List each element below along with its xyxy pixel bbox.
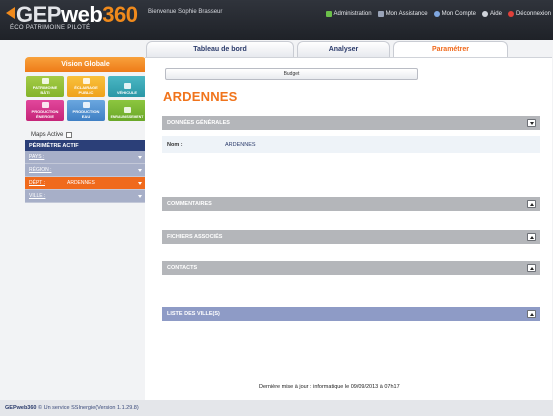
nav-logout-label: Déconnexion (515, 11, 551, 17)
chevron-down-icon (138, 169, 142, 172)
vision-globale-button[interactable]: Vision Globale (25, 57, 146, 72)
main-tabs: Tableau de bord Analyser Paramétrer (146, 41, 508, 57)
tile-label: PRODUCTION ÉNERGIE (31, 109, 59, 119)
section-title: COMMENTAIRES (167, 201, 212, 207)
filter-ville-label: VILLE : (29, 193, 46, 199)
assistance-icon (377, 11, 384, 17)
nav-administration-label: Administration (333, 11, 372, 17)
top-header: GEPweb360 ÉCO PATRIMOINE PILOTÉ Bienvenu… (0, 0, 553, 40)
section-title: CONTACTS (167, 265, 198, 271)
filter-dept-value: ARDENNES (67, 180, 95, 186)
filter-ville[interactable]: VILLE : (25, 190, 146, 203)
maps-active-label: Maps Active (31, 132, 64, 138)
footer-brand[interactable]: GEPweb360 (5, 405, 37, 411)
logo-arrow-icon (6, 7, 15, 19)
nom-row: Nom : ARDENNES (162, 136, 540, 153)
chevron-down-icon (138, 182, 142, 185)
nav-account[interactable]: Mon Compte (433, 11, 476, 17)
filter-dept-label: DÉPT : (29, 180, 46, 186)
chevron-up-icon (529, 266, 534, 270)
last-update-text: Dernière mise à jour : informatique le 0… (259, 384, 400, 390)
perimetre-actif-header: PÉRIMÈTRE ACTIF (25, 140, 146, 151)
tile-label: ÉCLAIRAGE PUBLIC (74, 85, 98, 95)
water-icon (82, 102, 90, 108)
section-contacts[interactable]: CONTACTS (162, 261, 540, 275)
expand-toggle-button[interactable] (527, 200, 536, 208)
filter-region-label: RÉGION : (29, 167, 52, 173)
tile-enraunissement[interactable]: ENRAUNISSEMENT (108, 100, 146, 121)
top-nav: Administration Mon Assistance Mon Compte… (325, 11, 551, 17)
nav-help-label: Aide (489, 11, 502, 17)
section-fichiers-associes[interactable]: FICHIERS ASSOCIÉS (162, 230, 540, 244)
section-title: DONNÉES GÉNÉRALES (167, 120, 230, 126)
chevron-up-icon (529, 235, 534, 239)
nav-logout[interactable]: Déconnexion (507, 11, 551, 17)
welcome-text: Bienvenue Sophie Brasseur (148, 9, 223, 15)
car-icon (123, 82, 131, 89)
footer: GEPweb360 © Un service SSInergie(Version… (0, 400, 553, 416)
energy-icon (41, 102, 49, 108)
expand-toggle-button[interactable] (527, 233, 536, 241)
logo-text-gep: GEP (16, 2, 61, 27)
maps-active-toggle[interactable]: Maps Active (31, 132, 146, 138)
filter-region[interactable]: RÉGION : (25, 164, 146, 177)
section-commentaires[interactable]: COMMENTAIRES (162, 197, 540, 211)
tile-label: PRODUCTION EAU (72, 109, 100, 119)
nav-help[interactable]: Aide (481, 11, 502, 17)
section-liste-des-villes[interactable]: LISTE DES VILLE(S) (162, 307, 540, 321)
tab-analyser[interactable]: Analyser (297, 41, 390, 57)
expand-toggle-button[interactable] (527, 264, 536, 272)
section-title: LISTE DES VILLE(S) (167, 311, 220, 317)
tile-production-eau[interactable]: PRODUCTION EAU (67, 100, 105, 121)
filter-dept[interactable]: DÉPT : ARDENNES (25, 177, 146, 190)
tile-label: PATRIMOINE BÂTI (32, 85, 58, 95)
section-title: FICHIERS ASSOCIÉS (167, 234, 223, 240)
nav-assistance[interactable]: Mon Assistance (377, 11, 428, 17)
logo-text-web: web (60, 2, 103, 27)
main-panel: Budget ARDENNES DONNÉES GÉNÉRALES Nom : … (145, 57, 552, 400)
tile-vehicule[interactable]: VÉHICULE (108, 76, 146, 97)
budget-button[interactable]: Budget (165, 68, 418, 80)
nom-label: Nom : (167, 141, 183, 148)
footer-text: © Un service SSInergie(Version 1.1.29.8) (38, 405, 139, 411)
building-icon (41, 78, 49, 84)
help-icon (481, 11, 488, 17)
nav-administration[interactable]: Administration (325, 11, 372, 17)
nav-account-label: Mon Compte (441, 11, 476, 17)
recycle-icon (123, 106, 131, 113)
account-icon (433, 11, 440, 17)
logo-text-360: 360 (102, 2, 138, 27)
filter-pays[interactable]: PAYS : (25, 151, 146, 164)
tile-patrimoine-bati[interactable]: PATRIMOINE BÂTI (26, 76, 64, 97)
admin-icon (325, 11, 332, 17)
tab-tableau-de-bord[interactable]: Tableau de bord (146, 41, 294, 57)
sidebar: Vision Globale PATRIMOINE BÂTI ÉCLAIRAGE P… (25, 57, 146, 203)
expand-toggle-button[interactable] (527, 310, 536, 318)
chevron-up-icon (529, 312, 534, 316)
page-title: ARDENNES (163, 89, 238, 104)
logout-icon (507, 11, 514, 17)
filter-pays-label: PAYS : (29, 154, 45, 160)
nav-assistance-label: Mon Assistance (385, 11, 428, 17)
lamp-icon (82, 78, 90, 84)
chevron-down-icon (138, 156, 142, 159)
section-donnees-generales[interactable]: DONNÉES GÉNÉRALES (162, 116, 540, 130)
chevron-down-icon (138, 195, 142, 198)
chevron-down-icon (529, 121, 534, 125)
tile-production-energie[interactable]: PRODUCTION ÉNERGIE (26, 100, 64, 121)
tile-eclairage-public[interactable]: ÉCLAIRAGE PUBLIC (67, 76, 105, 97)
tile-label: ENRAUNISSEMENT (110, 114, 144, 119)
module-tiles: PATRIMOINE BÂTI ÉCLAIRAGE PUBLIC VÉHICULE … (26, 76, 146, 121)
nom-value: ARDENNES (225, 141, 256, 148)
maps-active-checkbox[interactable] (66, 132, 73, 138)
tab-parametrer[interactable]: Paramétrer (393, 41, 508, 57)
tile-label: VÉHICULE (116, 89, 138, 95)
collapse-toggle-button[interactable] (527, 119, 536, 127)
logo[interactable]: GEPweb360 ÉCO PATRIMOINE PILOTÉ (6, 2, 138, 31)
chevron-up-icon (529, 202, 534, 206)
